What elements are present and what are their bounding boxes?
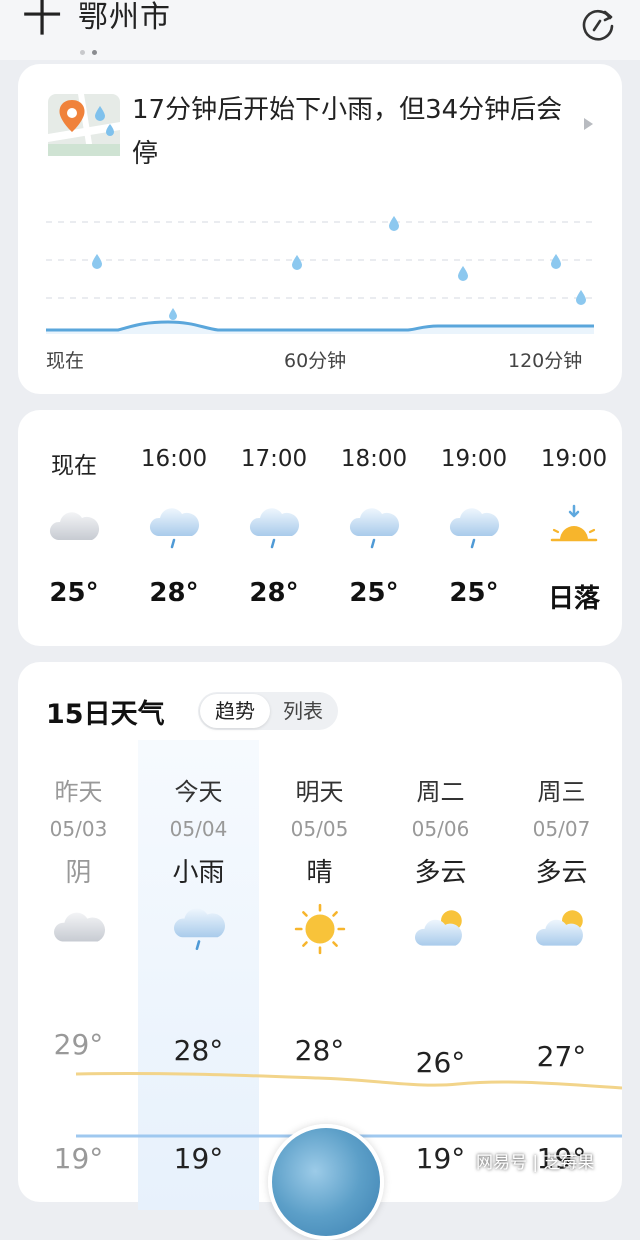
day-low: 19° <box>53 1142 104 1175</box>
raindrop-icon <box>458 266 468 281</box>
axis-label-120: 120分钟 <box>508 350 583 372</box>
day-date: 05/06 <box>411 817 470 841</box>
watermark: 网易号 | 芝莓果 <box>476 1153 595 1173</box>
raindrop-icon <box>292 255 302 270</box>
day-condition: 小雨 <box>172 858 225 888</box>
day-high: 28° <box>294 1034 345 1067</box>
hour-temp: 28° <box>149 578 199 608</box>
sunset-icon <box>550 504 598 542</box>
axis-label-now: 现在 <box>46 350 85 372</box>
radar-globe-button[interactable] <box>268 1124 384 1240</box>
day-date: 05/03 <box>49 817 108 841</box>
day-name: 明天 <box>295 778 344 806</box>
hour-temp: 25° <box>349 578 399 608</box>
rain-intensity-chart <box>46 216 594 334</box>
raindrop-icon <box>576 290 586 305</box>
daily-forecast-card[interactable]: 15日天气 趋势 列表 昨天 05/03 阴 29° 19° 今天 05/04 … <box>18 662 622 1240</box>
day-high: 26° <box>415 1046 466 1079</box>
hour-time: 19:00 <box>440 446 508 472</box>
partly-cloudy-icon <box>414 910 462 946</box>
raindrop-icon <box>169 308 177 320</box>
hour-time: 16:00 <box>140 446 208 472</box>
day-name: 周二 <box>416 778 465 806</box>
day-date: 05/04 <box>169 817 228 841</box>
sunny-icon <box>294 903 346 955</box>
top-bar: 十 鄂州市 <box>0 0 640 60</box>
sunset-label: 日落 <box>547 584 600 614</box>
axis-label-60: 60分钟 <box>284 350 347 372</box>
rain-forecast-card[interactable]: 17分钟后开始下小雨，但34分钟后会停 现在 60分钟 120分钟 <box>18 64 622 394</box>
day-date: 05/05 <box>290 817 349 841</box>
hour-time: 17:00 <box>240 446 308 472</box>
hour-temp: 28° <box>249 578 299 608</box>
day-high: 28° <box>173 1034 224 1067</box>
partly-cloudy-icon <box>535 910 583 946</box>
day-name: 周三 <box>537 778 586 806</box>
page-dot-active <box>92 50 97 55</box>
day-condition: 多云 <box>535 858 588 888</box>
high-temp-line <box>75 1071 622 1090</box>
light-rain-icon <box>149 508 200 549</box>
day-low: 19° <box>173 1142 224 1175</box>
light-rain-icon <box>349 508 400 549</box>
refresh-icon[interactable] <box>580 6 616 42</box>
cloudy-icon <box>49 512 100 540</box>
day-date: 05/07 <box>532 817 591 841</box>
raindrops <box>92 216 586 320</box>
hourly-forecast-card[interactable]: 现在 25° 16:00 28° 17:00 28° 18:00 25° 19:… <box>18 410 622 646</box>
day-condition: 晴 <box>306 858 333 888</box>
raindrop-icon <box>551 254 561 269</box>
cloudy-icon <box>54 912 106 942</box>
day-name: 昨天 <box>54 778 103 806</box>
light-rain-icon <box>174 908 226 951</box>
hour-temp: 25° <box>49 578 99 608</box>
add-city-button[interactable]: 十 <box>22 0 62 38</box>
raindrop-icon <box>389 216 399 231</box>
light-rain-icon <box>249 508 300 549</box>
city-name[interactable]: 鄂州市 <box>78 2 171 34</box>
hour-time: 现在 <box>51 453 97 479</box>
light-rain-icon <box>449 508 500 549</box>
hour-time: 18:00 <box>340 446 408 472</box>
raindrop-icon <box>92 254 102 269</box>
hour-time: 19:00 <box>540 446 608 472</box>
day-condition: 阴 <box>65 858 92 888</box>
page-indicator <box>80 40 104 59</box>
day-condition: 多云 <box>414 858 467 888</box>
page-dot <box>80 50 85 55</box>
day-high: 29° <box>53 1028 104 1061</box>
day-name: 今天 <box>174 778 223 806</box>
hour-temp: 25° <box>449 578 499 608</box>
day-high: 27° <box>536 1040 587 1073</box>
